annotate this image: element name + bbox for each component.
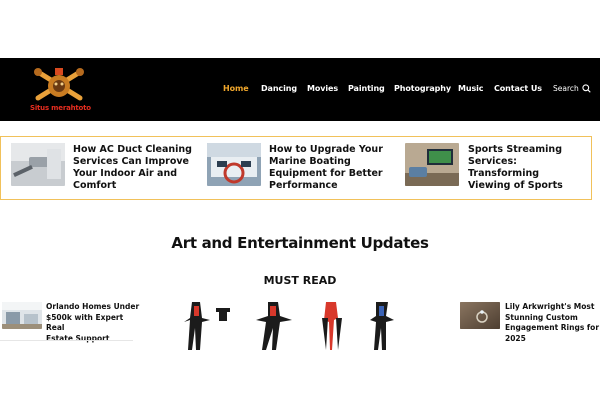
must-read-heading: MUST READ — [263, 274, 337, 287]
nav-home[interactable]: Home — [223, 84, 249, 93]
nav-music[interactable]: Music — [458, 84, 484, 93]
logo-emblem-icon — [34, 68, 84, 101]
nav-contact-us[interactable]: Contact Us — [494, 84, 542, 93]
side-post-left[interactable]: Orlando Homes Under $500k with Expert Re… — [2, 302, 142, 344]
sports-streaming-image[interactable] — [405, 143, 459, 186]
featured-post[interactable]: Sports Streaming Services: Transforming … — [405, 143, 590, 193]
side-post-title[interactable]: Orlando Homes Under $500k with Expert Re… — [46, 302, 142, 344]
featured-post[interactable]: How to Upgrade Your Marine Boating Equip… — [207, 143, 397, 193]
search-label[interactable]: Search — [553, 84, 579, 93]
engagement-rings-image[interactable] — [460, 302, 500, 329]
featured-post-title[interactable]: Sports Streaming Services: Transforming … — [468, 144, 590, 192]
nav-painting[interactable]: Painting — [348, 84, 385, 93]
featured-posts: How AC Duct Cleaning Services Can Improv… — [0, 136, 592, 200]
orlando-homes-image[interactable] — [2, 302, 42, 329]
nav-photography[interactable]: Photography — [394, 84, 451, 93]
featured-post-title[interactable]: How AC Duct Cleaning Services Can Improv… — [73, 144, 192, 192]
side-post-title[interactable]: Lily Arkwright's Most Stunning Custom En… — [505, 302, 599, 344]
art-illustration — [184, 302, 394, 350]
nav-movies[interactable]: Movies — [307, 84, 338, 93]
logo-text: Situs merahtoto — [30, 104, 91, 112]
featured-post[interactable]: How AC Duct Cleaning Services Can Improv… — [11, 143, 201, 193]
search-icon[interactable] — [582, 84, 591, 93]
side-post-right[interactable]: Lily Arkwright's Most Stunning Custom En… — [460, 302, 600, 344]
site-header: Situs merahtoto Home Dancing Movies Pain… — [0, 58, 600, 121]
marine-boat-image[interactable] — [207, 143, 261, 186]
divider — [0, 340, 133, 341]
section-title: Art and Entertainment Updates — [171, 234, 429, 252]
site-logo[interactable]: Situs merahtoto — [30, 64, 91, 116]
nav-dancing[interactable]: Dancing — [261, 84, 297, 93]
duct-cleaning-image[interactable] — [11, 143, 65, 186]
featured-post-title[interactable]: How to Upgrade Your Marine Boating Equip… — [269, 144, 383, 192]
